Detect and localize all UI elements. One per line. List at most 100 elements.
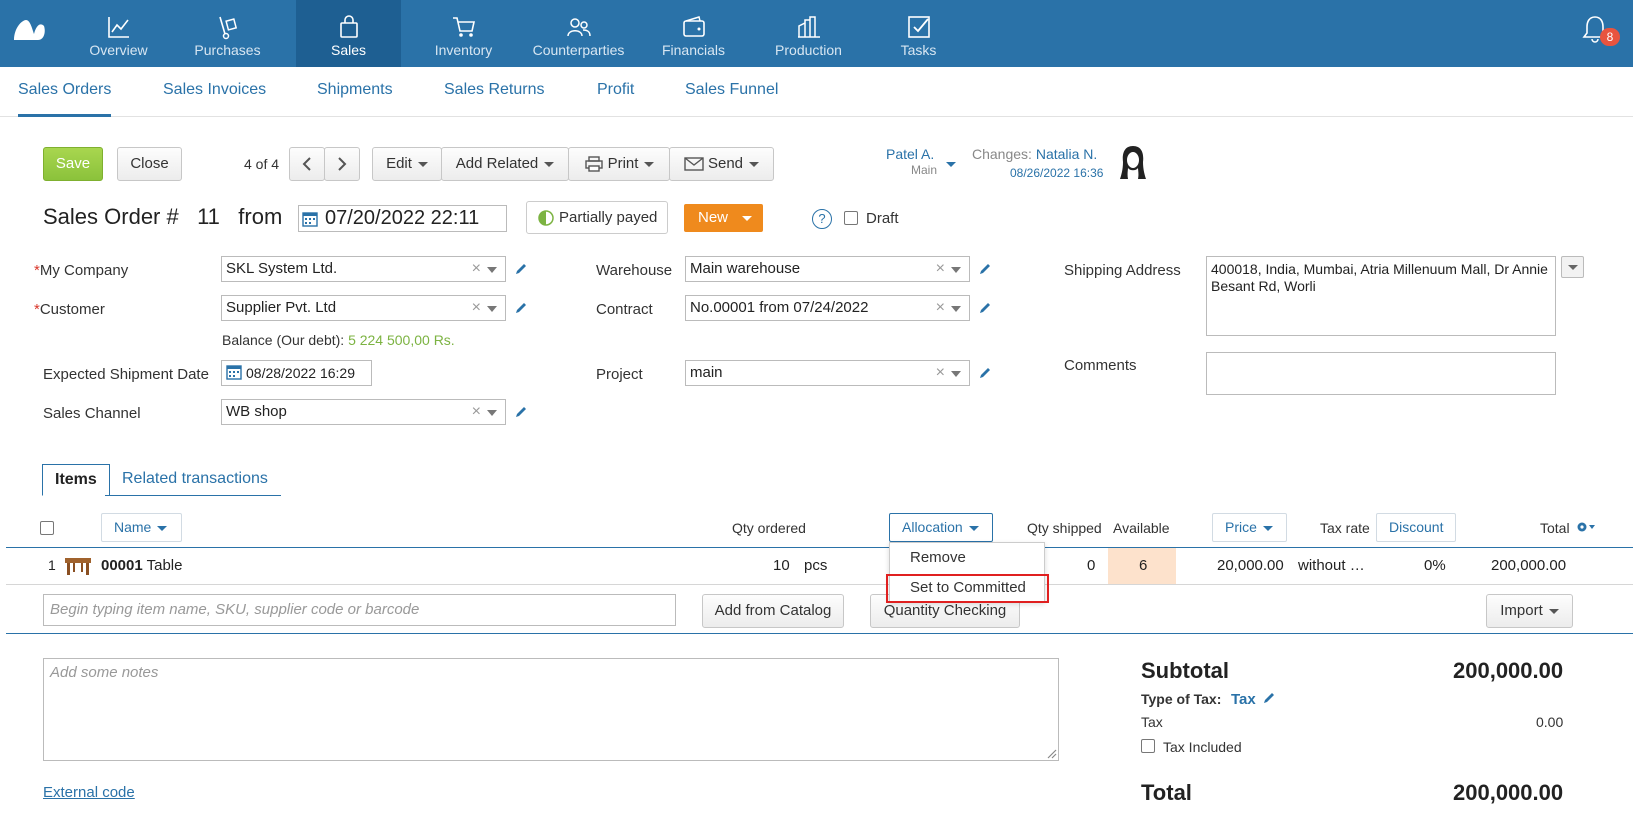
project-select[interactable]: main × <box>685 360 970 386</box>
tax-included-checkbox[interactable] <box>1141 739 1155 753</box>
chevron-down-icon[interactable] <box>487 306 497 312</box>
select-all-checkbox[interactable] <box>40 521 54 535</box>
tax-type-link[interactable]: Tax <box>1231 691 1256 708</box>
status-dropdown[interactable]: New <box>684 204 763 232</box>
item-discount[interactable]: 0% <box>1424 557 1446 574</box>
pencil-icon[interactable] <box>978 301 992 315</box>
subnav-profit[interactable]: Profit <box>597 81 634 117</box>
discount-column-button[interactable]: Discount <box>1376 513 1456 542</box>
pencil-icon[interactable] <box>514 301 528 315</box>
clear-icon[interactable]: × <box>936 257 945 281</box>
calendar-icon[interactable] <box>302 211 318 227</box>
pencil-icon[interactable] <box>514 405 528 419</box>
send-button[interactable]: Send <box>669 147 774 181</box>
total-header[interactable]: Total <box>1540 520 1570 536</box>
payment-status-badge[interactable]: Partially payed <box>526 201 668 234</box>
pencil-icon[interactable] <box>514 262 528 276</box>
nav-sales[interactable]: Sales <box>296 0 401 67</box>
nav-purchases[interactable]: Purchases <box>175 0 280 67</box>
logo-icon[interactable] <box>12 16 46 42</box>
item-name[interactable]: 00001 Table <box>101 557 182 574</box>
close-button[interactable]: Close <box>117 147 182 181</box>
subnav-sales-invoices[interactable]: Sales Invoices <box>163 81 266 117</box>
subnav-sales-returns[interactable]: Sales Returns <box>444 81 545 117</box>
customer-select[interactable]: Supplier Pvt. Ltd × <box>221 295 506 321</box>
title-from: from <box>238 204 283 229</box>
calendar-icon[interactable] <box>226 364 242 380</box>
print-button[interactable]: Print <box>568 147 670 181</box>
qty-ordered-header[interactable]: Qty ordered <box>732 520 806 536</box>
chevron-down-icon[interactable] <box>951 306 961 312</box>
clear-icon[interactable]: × <box>472 400 481 424</box>
available-header[interactable]: Available <box>1113 520 1170 536</box>
qty-shipped-header[interactable]: Qty shipped <box>1027 520 1102 536</box>
allocation-column-button[interactable]: Allocation <box>889 513 993 542</box>
help-icon[interactable]: ? <box>812 209 832 229</box>
subnav-shipments[interactable]: Shipments <box>317 81 393 117</box>
item-tax-rate[interactable]: without … <box>1298 557 1365 574</box>
customer-label: *Customer <box>34 301 105 318</box>
nav-production[interactable]: Production <box>756 0 861 67</box>
item-qty[interactable]: 10 <box>773 557 790 574</box>
add-from-catalog-button[interactable]: Add from Catalog <box>702 594 844 628</box>
chevron-down-icon[interactable] <box>487 410 497 416</box>
edit-menu-button[interactable]: Edit <box>372 147 442 181</box>
nav-financials[interactable]: Financials <box>641 0 746 67</box>
tab-items[interactable]: Items <box>42 464 110 496</box>
nav-overview[interactable]: Overview <box>66 0 171 67</box>
chevron-down-icon[interactable] <box>951 371 961 377</box>
sales-channel-label: Sales Channel <box>43 405 141 422</box>
gear-icon[interactable] <box>1575 520 1597 534</box>
add-related-button[interactable]: Add Related <box>441 147 569 181</box>
tab-related-transactions[interactable]: Related transactions <box>110 464 280 496</box>
tax-rate-header[interactable]: Tax rate <box>1320 520 1370 536</box>
changes-user[interactable]: Natalia N. <box>1036 146 1097 162</box>
ship-date-input[interactable]: 08/28/2022 16:29 <box>221 360 372 386</box>
sales-channel-select[interactable]: WB shop × <box>221 399 506 425</box>
pencil-icon[interactable] <box>1262 691 1276 705</box>
nav-tasks[interactable]: Tasks <box>866 0 971 67</box>
import-button[interactable]: Import <box>1486 594 1573 628</box>
nav-inventory[interactable]: Inventory <box>411 0 516 67</box>
pencil-icon[interactable] <box>978 366 992 380</box>
caret-down-icon <box>544 161 555 167</box>
clear-icon[interactable]: × <box>472 296 481 320</box>
clear-icon[interactable]: × <box>936 361 945 385</box>
item-search-input[interactable]: Begin typing item name, SKU, supplier co… <box>43 594 676 626</box>
comments-input[interactable] <box>1206 352 1556 395</box>
draft-checkbox[interactable] <box>844 211 858 225</box>
my-company-select[interactable]: SKL System Ltd. × <box>221 256 506 282</box>
notification-badge: 8 <box>1600 28 1620 46</box>
address-expand-button[interactable] <box>1561 256 1584 278</box>
menu-item-remove[interactable]: Remove <box>910 549 966 566</box>
name-column-button[interactable]: Name <box>101 513 182 542</box>
pencil-icon[interactable] <box>978 262 992 276</box>
owner-dropdown-icon[interactable] <box>946 162 956 167</box>
nav-counterparties[interactable]: Counterparties <box>526 0 631 67</box>
subnav-sales-funnel[interactable]: Sales Funnel <box>685 81 778 117</box>
previous-button[interactable] <box>289 147 325 181</box>
project-label: Project <box>596 366 643 383</box>
chevron-down-icon <box>1568 265 1578 270</box>
external-code-link[interactable]: External code <box>43 784 135 801</box>
contract-select[interactable]: No.00001 from 07/24/2022 × <box>685 295 970 321</box>
warehouse-select[interactable]: Main warehouse × <box>685 256 970 282</box>
chevron-down-icon <box>968 525 979 531</box>
price-column-button[interactable]: Price <box>1212 513 1287 542</box>
item-price[interactable]: 20,000.00 <box>1217 557 1284 574</box>
half-circle-icon <box>538 210 554 226</box>
clear-icon[interactable]: × <box>936 296 945 320</box>
resize-handle-icon[interactable] <box>1045 747 1057 759</box>
clear-icon[interactable]: × <box>472 257 481 281</box>
save-button[interactable]: Save <box>43 147 103 181</box>
owner-name[interactable]: Patel A. <box>886 146 934 162</box>
owner-group: Main <box>911 163 938 177</box>
order-number[interactable]: 11 <box>197 204 220 229</box>
chevron-down-icon[interactable] <box>951 267 961 273</box>
chevron-down-icon[interactable] <box>487 267 497 273</box>
notes-input[interactable]: Add some notes <box>43 658 1059 761</box>
shipping-address-input[interactable]: 400018, India, Mumbai, Atria Millenuum M… <box>1206 256 1556 336</box>
subnav-sales-orders[interactable]: Sales Orders <box>18 81 112 117</box>
order-date-input[interactable]: 07/20/2022 22:11 <box>298 205 507 232</box>
next-button[interactable] <box>324 147 360 181</box>
